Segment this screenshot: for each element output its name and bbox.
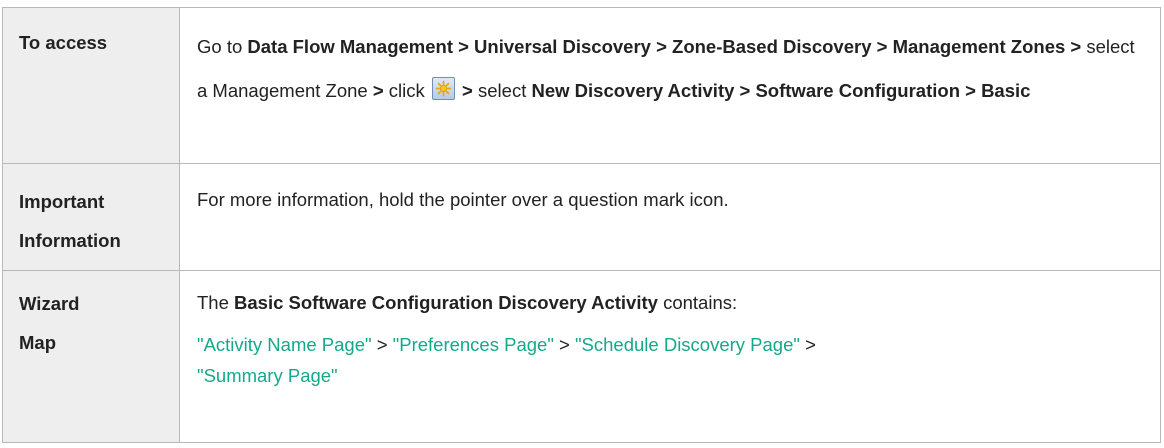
table-row-important-information: Important Information For more informati…: [2, 163, 1161, 271]
access-goto-text: Go to: [197, 36, 248, 57]
row-label-to-access: To access: [2, 7, 180, 164]
important-information-text: For more information, hold the pointer o…: [197, 189, 729, 210]
link-schedule-discovery-page[interactable]: "Schedule Discovery Page": [575, 334, 800, 355]
wizard-separator: >: [799, 334, 816, 355]
info-table: To access Go to Data Flow Management > U…: [2, 7, 1161, 443]
row-label-important-information: Important Information: [2, 163, 180, 271]
access-separator: >: [456, 80, 473, 101]
access-menu-path: Data Flow Management > Universal Discove…: [247, 36, 1082, 57]
access-separator: >: [372, 80, 384, 101]
wizard-map-links: "Activity Name Page" > "Preferences Page…: [197, 329, 1148, 391]
row-label-wizard-map: Wizard Map: [2, 270, 180, 443]
new-icon: [431, 77, 455, 100]
wizard-map-cell: The Basic Software Configuration Discove…: [179, 270, 1161, 443]
link-preferences-page[interactable]: "Preferences Page": [393, 334, 554, 355]
link-summary-page[interactable]: "Summary Page": [197, 365, 338, 386]
wizard-separator: >: [371, 334, 393, 355]
important-information-cell: For more information, hold the pointer o…: [179, 163, 1161, 271]
table-row-wizard-map: Wizard Map The Basic Software Configurat…: [2, 270, 1161, 443]
wizard-map-intro: The Basic Software Configuration Discove…: [197, 292, 738, 313]
access-select-text: select: [472, 80, 532, 101]
table-row-to-access: To access Go to Data Flow Management > U…: [2, 7, 1161, 164]
access-path-cell: Go to Data Flow Management > Universal D…: [179, 7, 1161, 164]
access-activity-path: New Discovery Activity > Software Config…: [531, 80, 1031, 101]
access-click-text: click: [383, 80, 430, 101]
wizard-separator: >: [553, 334, 575, 355]
link-activity-name-page[interactable]: "Activity Name Page": [197, 334, 372, 355]
